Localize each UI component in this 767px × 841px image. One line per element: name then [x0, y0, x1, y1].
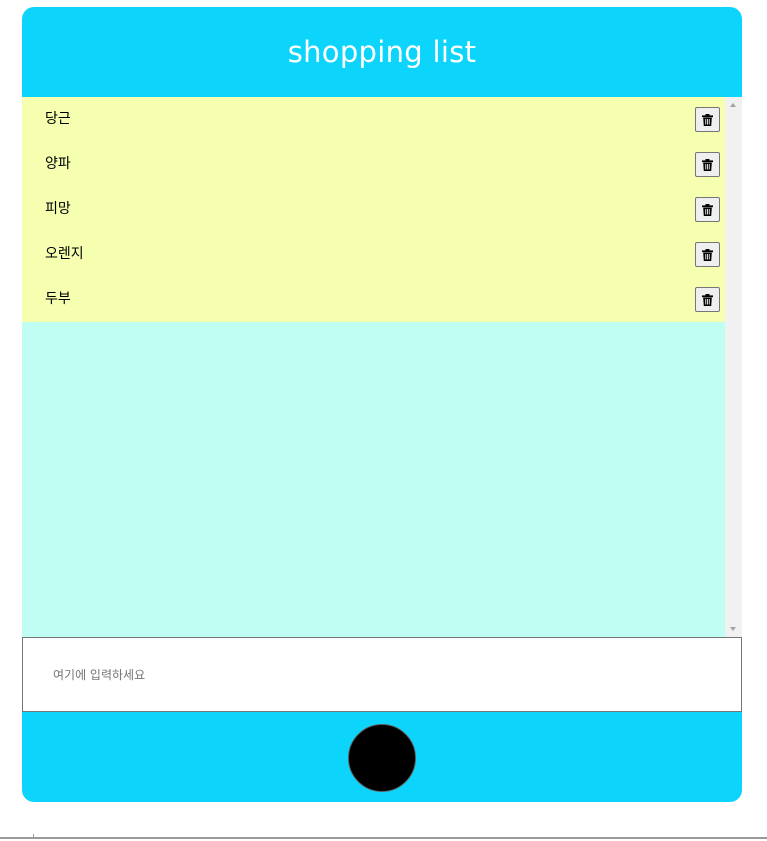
delete-item-button[interactable] [695, 197, 720, 222]
list-item-label: 오렌지 [45, 246, 84, 262]
list-item: 피망 [22, 187, 725, 232]
page-title: shopping list [287, 35, 477, 69]
list-scrollbar[interactable] [725, 97, 742, 637]
list-item: 오렌지 [22, 232, 725, 277]
new-item-input-container [22, 637, 742, 712]
trash-icon [702, 158, 713, 171]
list-item-label: 두부 [45, 291, 71, 307]
delete-item-button[interactable] [695, 242, 720, 267]
app-header: shopping list [22, 7, 742, 97]
list-item: 당근 [22, 97, 725, 142]
add-item-button[interactable] [348, 724, 416, 792]
new-item-input[interactable] [22, 637, 742, 712]
scroll-up-arrow-icon[interactable] [730, 103, 736, 107]
delete-item-button[interactable] [695, 107, 720, 132]
list-item: 두부 [22, 277, 725, 322]
delete-item-button[interactable] [695, 287, 720, 312]
window-bottom-tick [33, 834, 34, 839]
trash-icon [702, 293, 713, 306]
trash-icon [702, 248, 713, 261]
item-list[interactable]: 당근 양파 피망 오렌지 두부 [22, 97, 725, 637]
trash-icon [702, 203, 713, 216]
trash-icon [702, 113, 713, 126]
window-bottom-divider [0, 837, 767, 839]
list-item-label: 당근 [45, 111, 71, 127]
list-item: 양파 [22, 142, 725, 187]
item-list-rows: 당근 양파 피망 오렌지 두부 [22, 97, 725, 322]
list-item-label: 양파 [45, 156, 71, 172]
delete-item-button[interactable] [695, 152, 720, 177]
app-footer [22, 712, 742, 802]
list-item-label: 피망 [45, 201, 71, 217]
scroll-down-arrow-icon[interactable] [730, 627, 736, 631]
shopping-list-app: shopping list 당근 양파 피망 오렌지 두부 여기에 입력하세요 [22, 7, 742, 802]
